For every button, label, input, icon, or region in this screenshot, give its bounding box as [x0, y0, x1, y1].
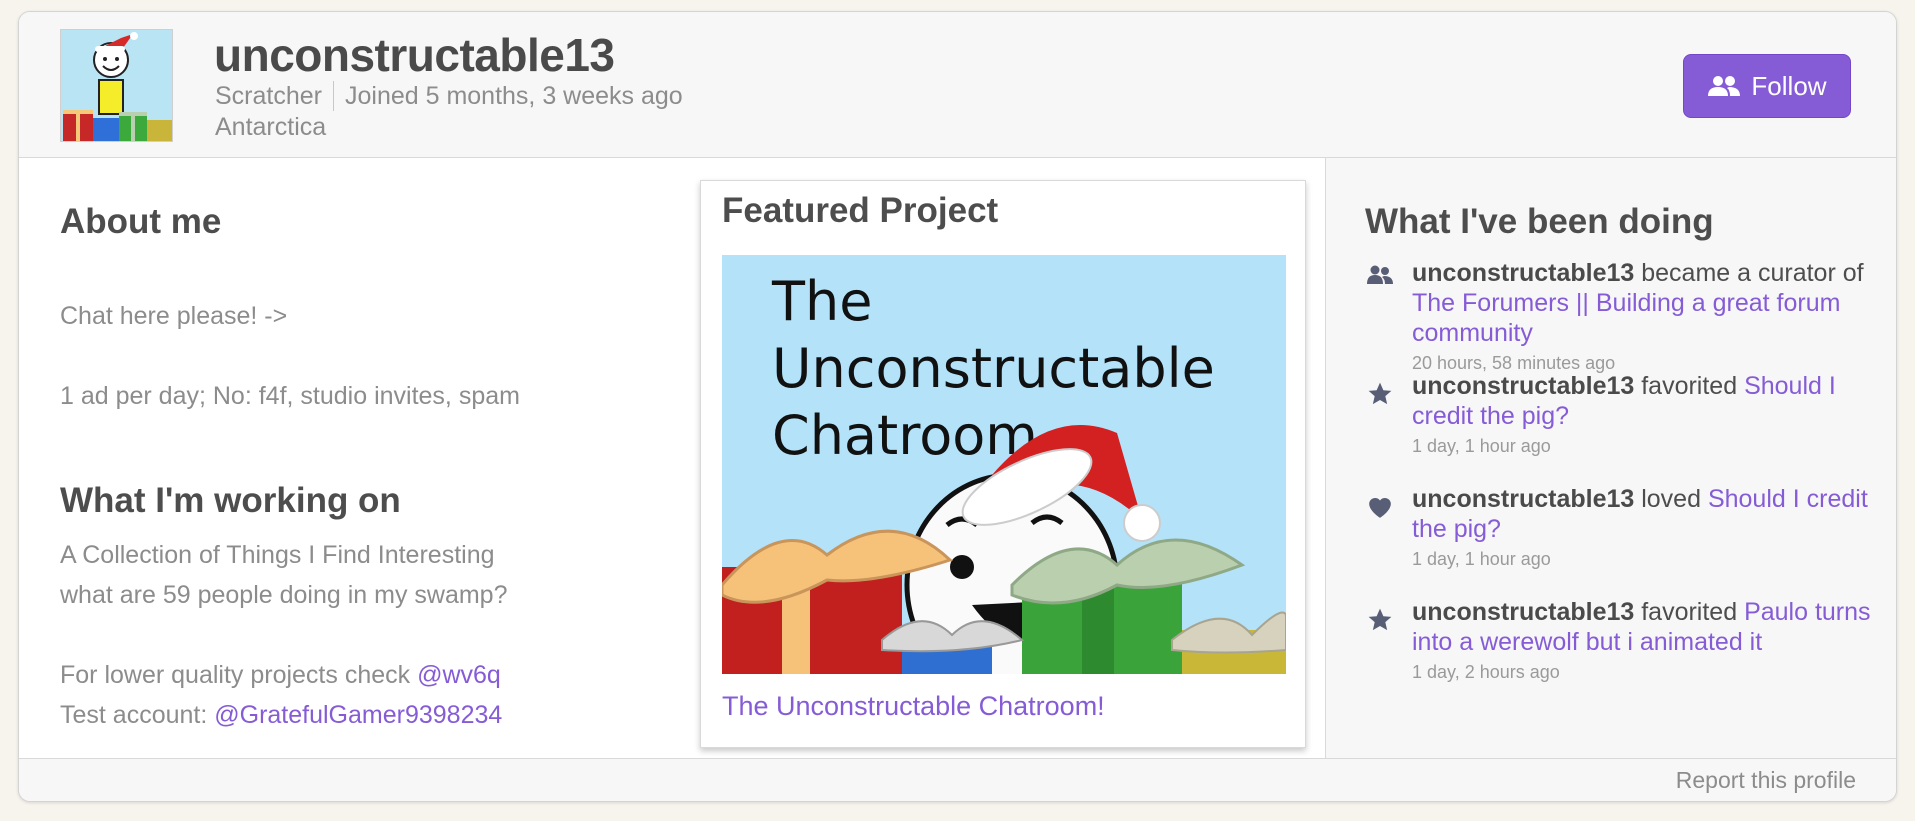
activity-user[interactable]: unconstructable13 — [1412, 259, 1634, 287]
follow-label: Follow — [1751, 70, 1827, 101]
thumb-text-line: Unconstructable — [772, 337, 1215, 400]
username: unconstructable13 — [214, 29, 615, 81]
profile-card: unconstructable13 Scratcher Joined 5 mon… — [18, 11, 1897, 802]
location-label: Antarctica — [215, 113, 327, 141]
working-text: A Collection of Things I Find Interestin… — [60, 535, 660, 735]
activity-time: 1 day, 1 hour ago — [1412, 549, 1551, 569]
activity-time: 1 day, 2 hours ago — [1412, 662, 1560, 682]
activity-column: What I've been doing unconstructable13 b… — [1325, 158, 1896, 758]
working-line: Test account: @GratefulGamer9398234 — [60, 695, 660, 735]
about-line: Chat here please! -> — [60, 302, 288, 330]
activity-verb: favorited — [1634, 598, 1745, 626]
activity-target-link[interactable]: The Forumers || Building a great forum c… — [1412, 289, 1840, 347]
star-icon — [1365, 605, 1395, 635]
follow-icon — [1708, 76, 1741, 96]
activity-verb: favorited — [1634, 372, 1745, 400]
activity-time: 1 day, 1 hour ago — [1412, 436, 1551, 456]
working-line: what are 59 people doing in my swamp? — [60, 581, 508, 609]
profile-meta: Scratcher Joined 5 months, 3 weeks ago — [215, 81, 683, 111]
project-thumbnail[interactable]: The Unconstructable Chatroom — [722, 255, 1286, 674]
featured-project-panel: Featured Project The Unconstructable Cha… — [700, 180, 1306, 748]
working-line: For lower quality projects check @wv6q — [60, 655, 660, 695]
activity-list: unconstructable13 became a curator of Th… — [1365, 258, 1890, 710]
featured-project-link[interactable]: The Unconstructable Chatroom! — [722, 691, 1105, 722]
thumb-text-line: Chatroom — [772, 404, 1038, 467]
heart-icon — [1365, 492, 1395, 522]
activity-text: unconstructable13 favorited Should I cre… — [1412, 371, 1890, 431]
about-line: 1 ad per day; No: f4f, studio invites, s… — [60, 382, 520, 410]
meta-divider — [332, 81, 334, 111]
activity-item: unconstructable13 favorited Paulo turns … — [1365, 597, 1890, 710]
avatar[interactable] — [60, 29, 173, 142]
activity-text: unconstructable13 became a curator of Th… — [1412, 258, 1890, 348]
activity-item: unconstructable13 loved Should I credit … — [1365, 484, 1890, 597]
activity-title: What I've been doing — [1365, 202, 1714, 241]
activity-user[interactable]: unconstructable13 — [1412, 372, 1634, 400]
working-line: A Collection of Things I Find Interestin… — [60, 541, 495, 569]
activity-verb: became a curator of — [1634, 259, 1864, 287]
activity-text: unconstructable13 favorited Paulo turns … — [1412, 597, 1890, 657]
star-icon — [1365, 379, 1395, 409]
user-link-wv6q[interactable]: @wv6q — [417, 661, 501, 689]
report-profile-link[interactable]: Report this profile — [1676, 767, 1856, 794]
profile-footer: Report this profile — [19, 758, 1896, 801]
featured-title: Featured Project — [722, 191, 999, 230]
working-line-text: Test account: — [60, 701, 215, 729]
activity-item: unconstructable13 favorited Should I cre… — [1365, 371, 1890, 484]
curator-icon — [1365, 260, 1395, 290]
working-title: What I'm working on — [60, 481, 401, 520]
thumb-text-line: The — [771, 270, 872, 333]
activity-item: unconstructable13 became a curator of Th… — [1365, 258, 1890, 373]
activity-text: unconstructable13 loved Should I credit … — [1412, 484, 1890, 544]
about-text: Chat here please! -> 1 ad per day; No: f… — [60, 256, 520, 456]
activity-verb: loved — [1634, 485, 1708, 513]
working-line-text: For lower quality projects check — [60, 661, 418, 689]
user-link-test-account[interactable]: @GratefulGamer9398234 — [214, 701, 502, 729]
activity-user[interactable]: unconstructable13 — [1412, 598, 1634, 626]
profile-header: unconstructable13 Scratcher Joined 5 mon… — [19, 12, 1896, 158]
activity-user[interactable]: unconstructable13 — [1412, 485, 1634, 513]
follow-button[interactable]: Follow — [1683, 54, 1851, 118]
joined-label: Joined 5 months, 3 weeks ago — [344, 81, 683, 110]
about-title: About me — [60, 202, 222, 241]
role-label: Scratcher — [215, 81, 322, 110]
